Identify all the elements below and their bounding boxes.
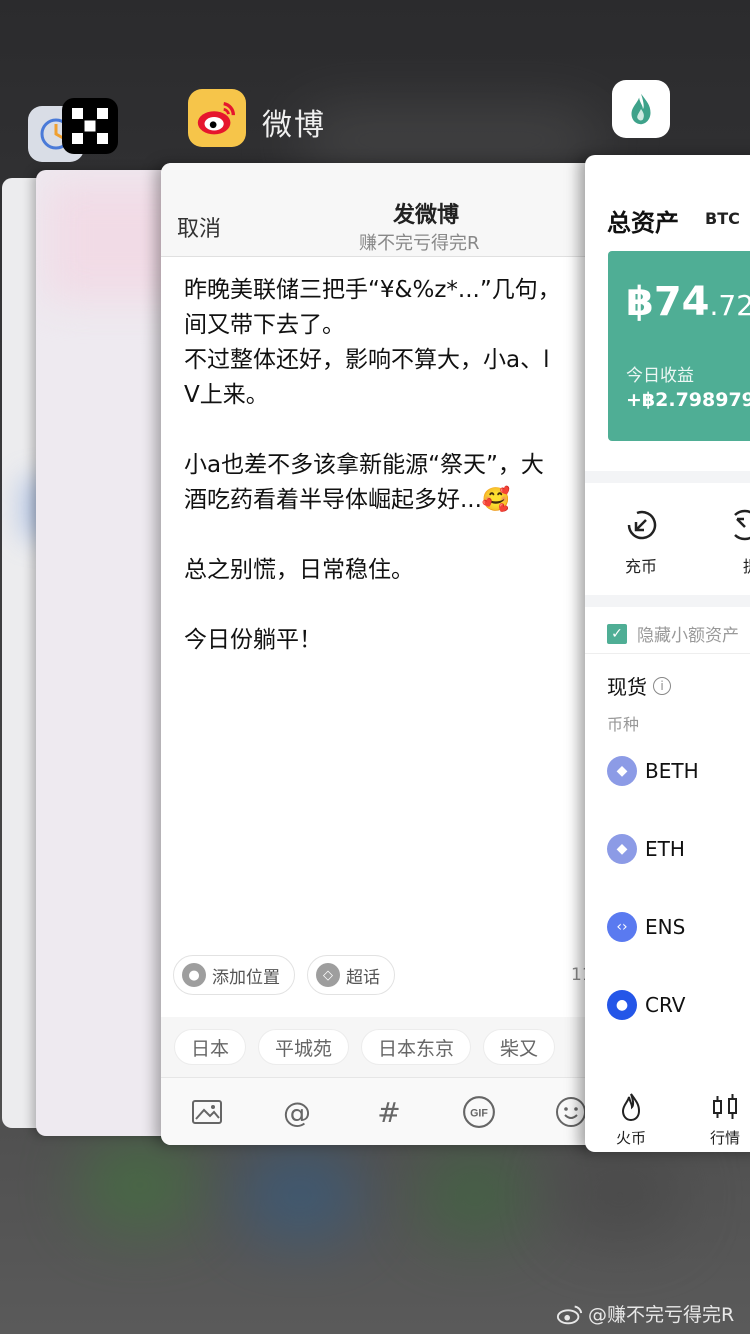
weibo-compose-card[interactable]: 取消 发微博 赚不完亏得完R 昨晚美联储三把手“¥&%z*...”几句， 间又带… — [161, 163, 601, 1145]
background-blur — [560, 1150, 680, 1240]
coin-symbol: BETH — [645, 759, 699, 783]
balance-panel: ฿74.725 今日收益 +฿2.7989790 — [608, 251, 750, 441]
flame-icon — [615, 1091, 647, 1123]
coin-symbol: ETH — [645, 837, 685, 861]
okx-app-icon — [62, 98, 118, 154]
coin-row[interactable]: ◆ BETH — [607, 756, 699, 786]
background-blur — [300, 110, 600, 170]
deposit-button[interactable]: 充币 — [621, 505, 661, 577]
crv-logo-icon: ● — [607, 990, 637, 1020]
location-tag[interactable]: 柴又 — [483, 1029, 556, 1065]
coin-symbol: CRV — [645, 993, 686, 1017]
page-title: 发微博 — [393, 203, 460, 228]
svg-text:GIF: GIF — [470, 1107, 488, 1119]
spot-label: 现货 — [607, 675, 647, 699]
nav-label: 火币 — [615, 1129, 646, 1147]
eth-logo-icon: ◆ — [607, 756, 637, 786]
divider — [585, 653, 750, 654]
candlestick-icon — [709, 1091, 741, 1123]
compose-toolbar: @ # GIF — [161, 1077, 601, 1145]
compose-header: 取消 发微博 赚不完亏得完R — [161, 163, 601, 257]
image-icon[interactable] — [189, 1094, 225, 1130]
huobi-app-icon — [612, 80, 670, 138]
coin-symbol: ENS — [645, 915, 686, 939]
chip-label: 超话 — [346, 967, 380, 988]
today-income-value: +฿2.7989790 — [626, 389, 750, 411]
super-topic-chip[interactable]: ◇ 超话 — [307, 955, 395, 995]
hashtag-icon[interactable]: # — [371, 1094, 407, 1130]
withdraw-button[interactable]: 提 — [731, 505, 750, 577]
info-icon[interactable]: i — [653, 676, 671, 695]
weibo-watermark: @赚不完亏得完R — [556, 1300, 734, 1327]
location-pin-icon: ● — [182, 963, 206, 987]
nav-huobi[interactable]: 火币 — [615, 1091, 647, 1148]
background-blur — [420, 1150, 530, 1240]
location-tag[interactable]: 日本东京 — [361, 1029, 472, 1065]
location-suggestions: 日本 平城苑 日本东京 柴又 — [161, 1017, 601, 1077]
at-icon[interactable]: @ — [279, 1094, 315, 1130]
deposit-icon — [621, 505, 661, 545]
nav-label: 行情 — [709, 1129, 740, 1147]
coin-row[interactable]: ◆ ETH — [607, 834, 685, 864]
post-text[interactable]: 昨晚美联储三把手“¥&%z*...”几句， 间又带下去了。 不过整体还好，影响不… — [184, 273, 601, 658]
spot-section-title: 现货 i — [607, 671, 671, 700]
toggle-label: 隐藏小额资产 — [637, 626, 739, 646]
ens-logo-icon: ‹› — [607, 912, 637, 942]
diamond-icon: ◇ — [316, 963, 340, 987]
cancel-button[interactable]: 取消 — [177, 211, 221, 243]
coin-column-header: 币种 — [607, 715, 640, 734]
nav-market[interactable]: 行情 — [709, 1091, 741, 1148]
withdraw-icon — [731, 505, 750, 545]
huobi-app-card[interactable]: 总资产 BTC ฿74.725 今日收益 +฿2.7989790 充币 提 ✓ … — [585, 155, 750, 1152]
hide-small-assets-toggle[interactable]: ✓ 隐藏小额资产 — [607, 621, 739, 646]
divider — [585, 471, 750, 483]
watermark-text: @赚不完亏得完R — [588, 1304, 735, 1326]
total-assets-title: 总资产 — [607, 209, 679, 237]
balance-value: ฿74.725 — [626, 279, 750, 325]
location-tag[interactable]: 日本 — [174, 1029, 247, 1065]
background-blur — [80, 1140, 200, 1230]
today-income-label: 今日收益 — [626, 366, 694, 386]
coin-row[interactable]: ● CRV — [607, 990, 685, 1020]
action-label: 充币 — [624, 557, 657, 576]
background-blur — [240, 1150, 360, 1240]
eth-logo-icon: ◆ — [607, 834, 637, 864]
gif-icon[interactable]: GIF — [461, 1094, 497, 1130]
add-location-chip[interactable]: ● 添加位置 — [173, 955, 295, 995]
chip-label: 添加位置 — [212, 967, 280, 988]
weibo-app-icon — [188, 89, 246, 147]
currency-selector[interactable]: BTC — [705, 209, 740, 228]
weibo-logo-icon — [556, 1305, 583, 1324]
username: 赚不完亏得完R — [359, 233, 480, 254]
app-label: 微博 — [262, 108, 326, 143]
location-tag[interactable]: 平城苑 — [258, 1029, 350, 1065]
action-label: 提 — [743, 557, 750, 576]
emoji-icon[interactable] — [553, 1094, 589, 1130]
checkbox-checked-icon[interactable]: ✓ — [607, 623, 627, 644]
coin-row[interactable]: ‹› ENS — [607, 912, 685, 942]
divider — [585, 595, 750, 607]
